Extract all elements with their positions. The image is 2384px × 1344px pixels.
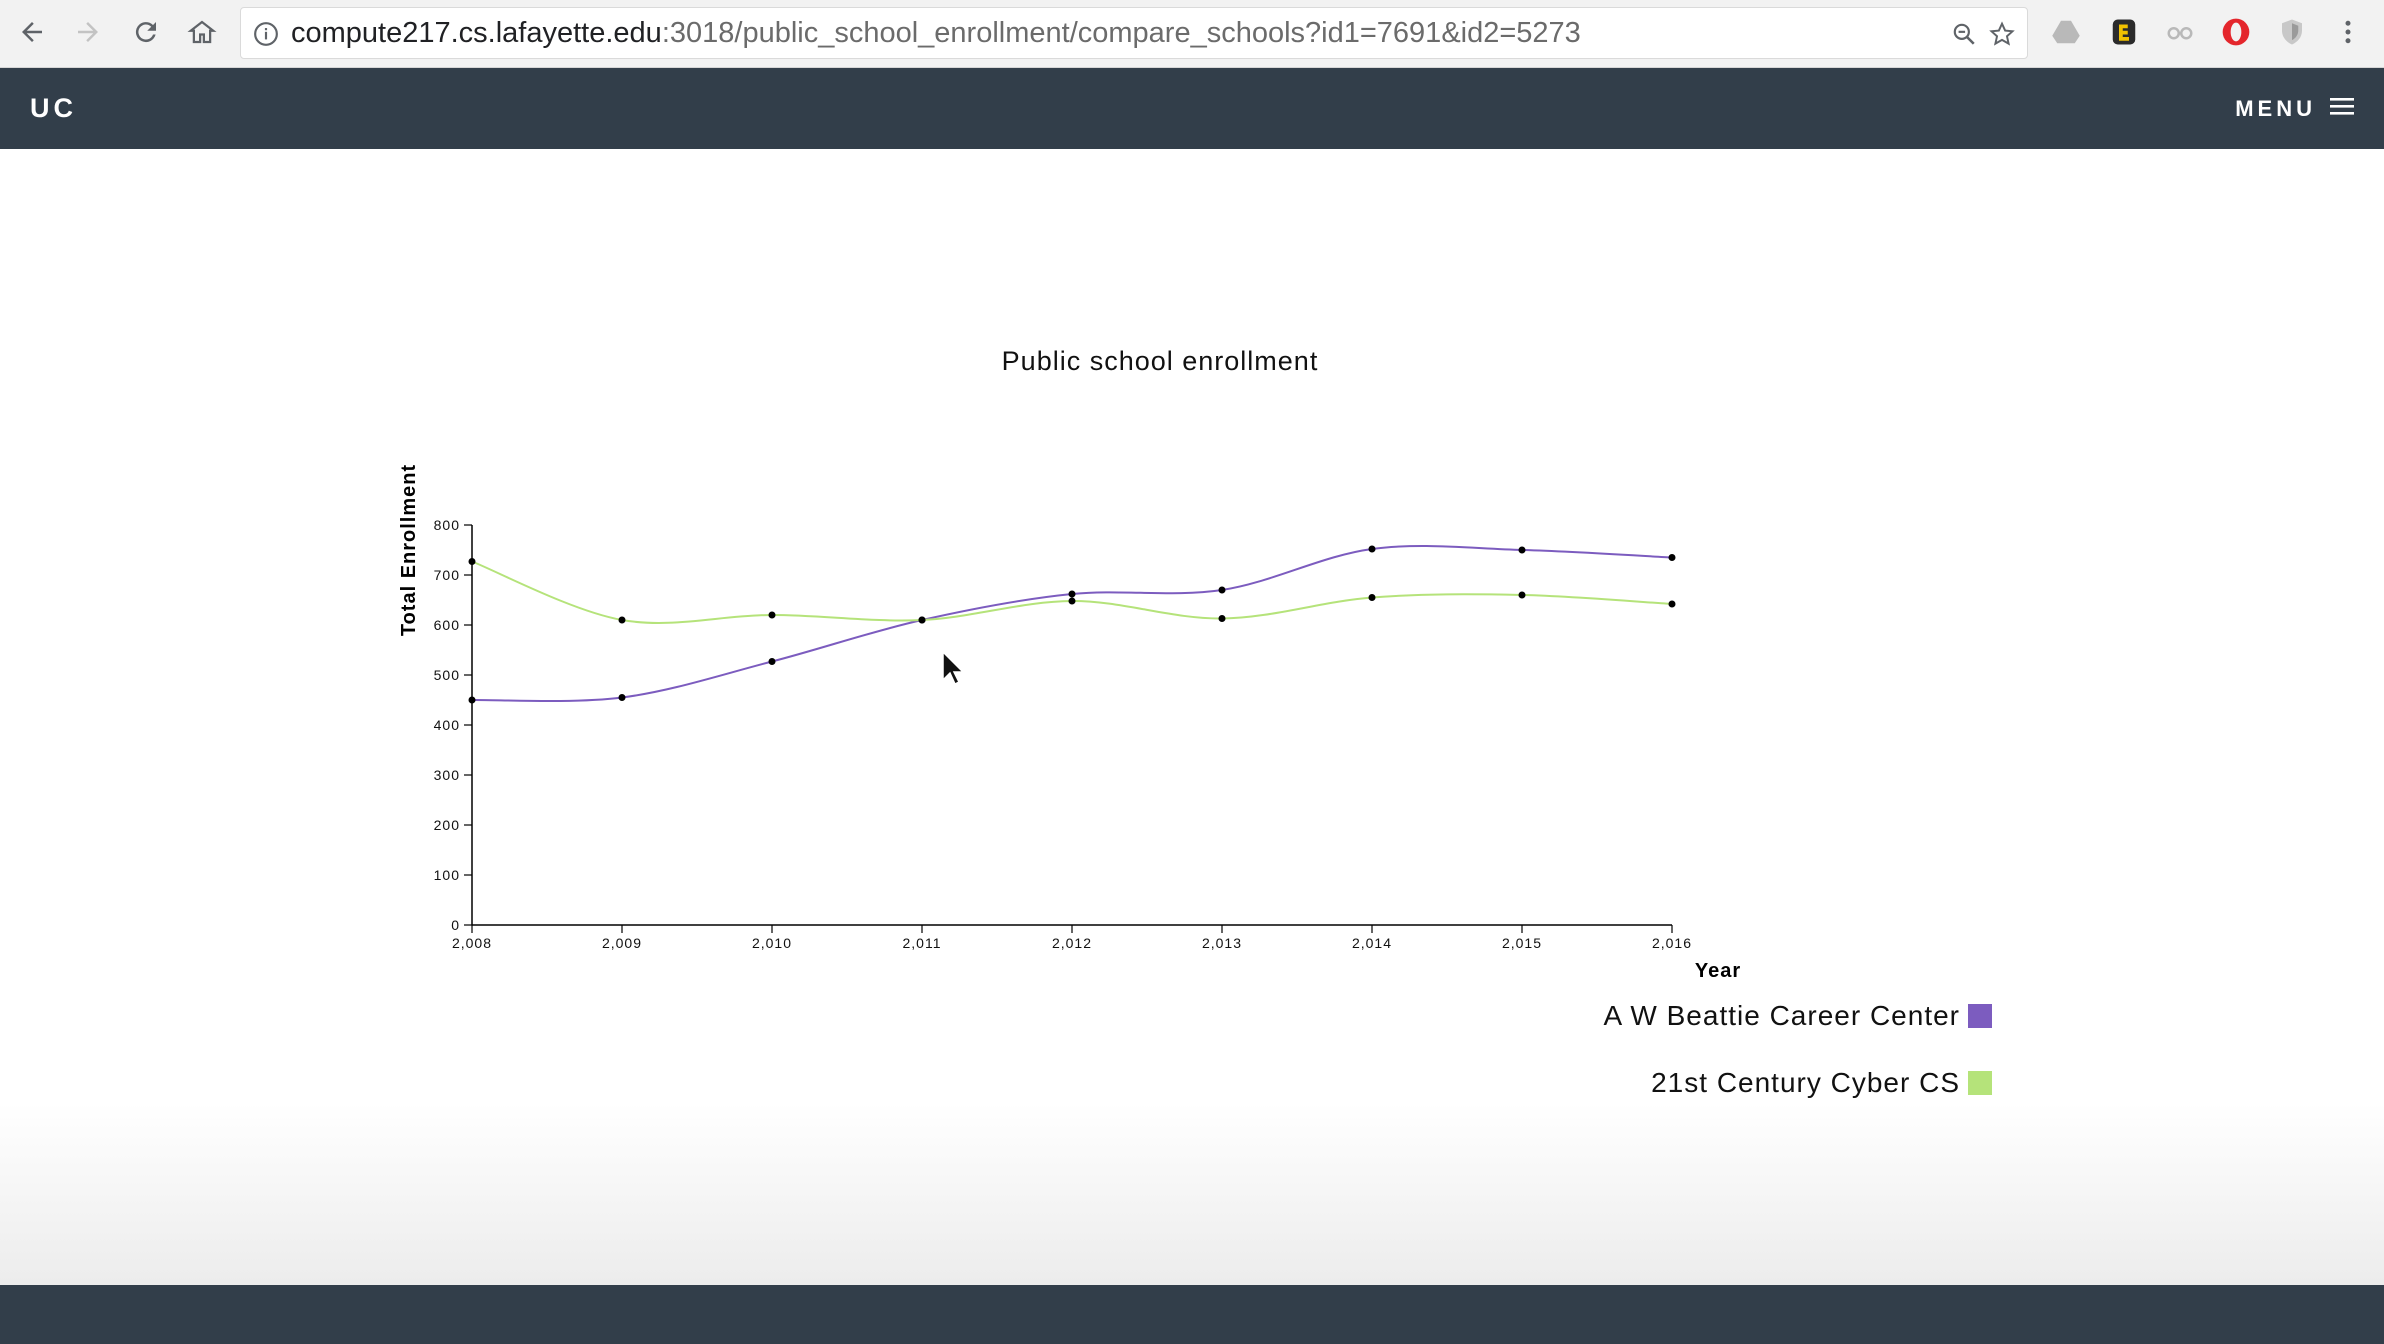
y-tick-label-500: 500 bbox=[434, 667, 460, 683]
data-point-s1-2013 bbox=[1218, 615, 1226, 622]
data-point-s1-2011 bbox=[918, 616, 926, 624]
info-icon[interactable] bbox=[253, 21, 279, 52]
x-tick-label-2014: 2,014 bbox=[1352, 935, 1392, 951]
url-path: :3018/public_school_enrollment/compare_s… bbox=[661, 17, 1581, 49]
data-point-s1-2009 bbox=[618, 616, 626, 624]
data-point-s0-2009 bbox=[618, 694, 626, 701]
data-point-s1-2010 bbox=[768, 611, 776, 619]
x-tick-label-2016: 2,016 bbox=[1652, 935, 1692, 951]
more-options-icon[interactable] bbox=[2330, 14, 2366, 50]
data-point-s0-2015 bbox=[1518, 546, 1526, 554]
drive-extension-icon[interactable] bbox=[2048, 14, 2084, 50]
legend-label-beattie: A W Beattie Career Center bbox=[1603, 1000, 1960, 1031]
x-tick-label-2012: 2,012 bbox=[1052, 935, 1092, 951]
legend-label-cyber: 21st Century Cyber CS bbox=[1651, 1067, 1960, 1098]
data-point-s0-2013 bbox=[1218, 586, 1226, 594]
data-point-s1-2014 bbox=[1368, 594, 1376, 601]
data-point-s0-2010 bbox=[768, 658, 776, 665]
y-axis-label: Total Enrollment bbox=[398, 464, 420, 636]
menu-button[interactable]: MENU bbox=[2235, 68, 2354, 149]
y-tick-label-300: 300 bbox=[434, 767, 460, 783]
glasses-extension-icon[interactable] bbox=[2162, 14, 2198, 50]
evernote-extension-icon[interactable] bbox=[2106, 14, 2142, 50]
x-axis-label: Year bbox=[1695, 960, 1741, 982]
y-tick-label-200: 200 bbox=[434, 817, 460, 833]
back-icon[interactable] bbox=[12, 12, 52, 52]
data-point-s0-2016 bbox=[1668, 554, 1676, 561]
legend-item-cyber: 21st Century Cyber CS bbox=[1651, 1067, 1992, 1099]
zoom-icon[interactable] bbox=[1951, 21, 1977, 52]
x-tick-label-2011: 2,011 bbox=[903, 935, 942, 951]
y-tick-label-100: 100 bbox=[434, 867, 460, 883]
x-tick-label-2009: 2,009 bbox=[602, 935, 642, 951]
mouse-cursor-icon bbox=[942, 650, 965, 690]
bookmark-star-icon[interactable] bbox=[1989, 21, 2015, 52]
data-point-s1-2012 bbox=[1068, 597, 1076, 605]
forward-icon[interactable] bbox=[68, 12, 108, 52]
y-tick-label-0: 0 bbox=[451, 917, 460, 933]
data-point-s1-2015 bbox=[1518, 591, 1526, 599]
enrollment-chart: Total Enrollment Year 0 100 200 300 400 500 60… bbox=[398, 464, 1741, 982]
browser-toolbar: compute217.cs.lafayette.edu:3018/public_… bbox=[0, 0, 2384, 68]
x-tick-label-2010: 2,010 bbox=[752, 935, 792, 951]
legend-swatch-beattie bbox=[1968, 1004, 1992, 1028]
address-bar[interactable]: compute217.cs.lafayette.edu:3018/public_… bbox=[240, 7, 2028, 59]
x-tick-label-2013: 2,013 bbox=[1202, 935, 1242, 951]
home-icon[interactable] bbox=[182, 12, 222, 52]
shield-extension-icon[interactable] bbox=[2274, 14, 2310, 50]
opera-extension-icon[interactable] bbox=[2218, 14, 2254, 50]
page-footer bbox=[0, 1285, 2384, 1344]
data-point-s0-2014 bbox=[1368, 545, 1376, 553]
legend-item-beattie: A W Beattie Career Center bbox=[1604, 1000, 1992, 1032]
menu-label: MENU bbox=[2235, 95, 2316, 121]
legend-swatch-cyber bbox=[1968, 1071, 1992, 1095]
brand-logo[interactable]: UC bbox=[30, 68, 77, 149]
x-tick-label-2008: 2,008 bbox=[452, 935, 492, 951]
data-point-s0-2008 bbox=[468, 696, 476, 704]
app-header: UC MENU bbox=[0, 68, 2384, 149]
x-tick-label-2015: 2,015 bbox=[1502, 935, 1542, 951]
url-text: compute217.cs.lafayette.edu:3018/public_… bbox=[291, 8, 1581, 58]
y-tick-label-400: 400 bbox=[434, 717, 460, 733]
y-tick-label-600: 600 bbox=[434, 617, 460, 633]
y-tick-label-800: 800 bbox=[434, 517, 460, 533]
y-tick-label-700: 700 bbox=[434, 567, 460, 583]
data-point-s1-2008 bbox=[468, 558, 476, 565]
data-point-s1-2016 bbox=[1668, 600, 1676, 608]
hamburger-icon bbox=[2330, 96, 2354, 121]
main-content: Public school enrollment Total Enrollmen… bbox=[0, 149, 2384, 1285]
data-point-s0-2012 bbox=[1068, 590, 1076, 598]
reload-icon[interactable] bbox=[126, 12, 166, 52]
url-host: compute217.cs.lafayette.edu bbox=[291, 17, 662, 49]
